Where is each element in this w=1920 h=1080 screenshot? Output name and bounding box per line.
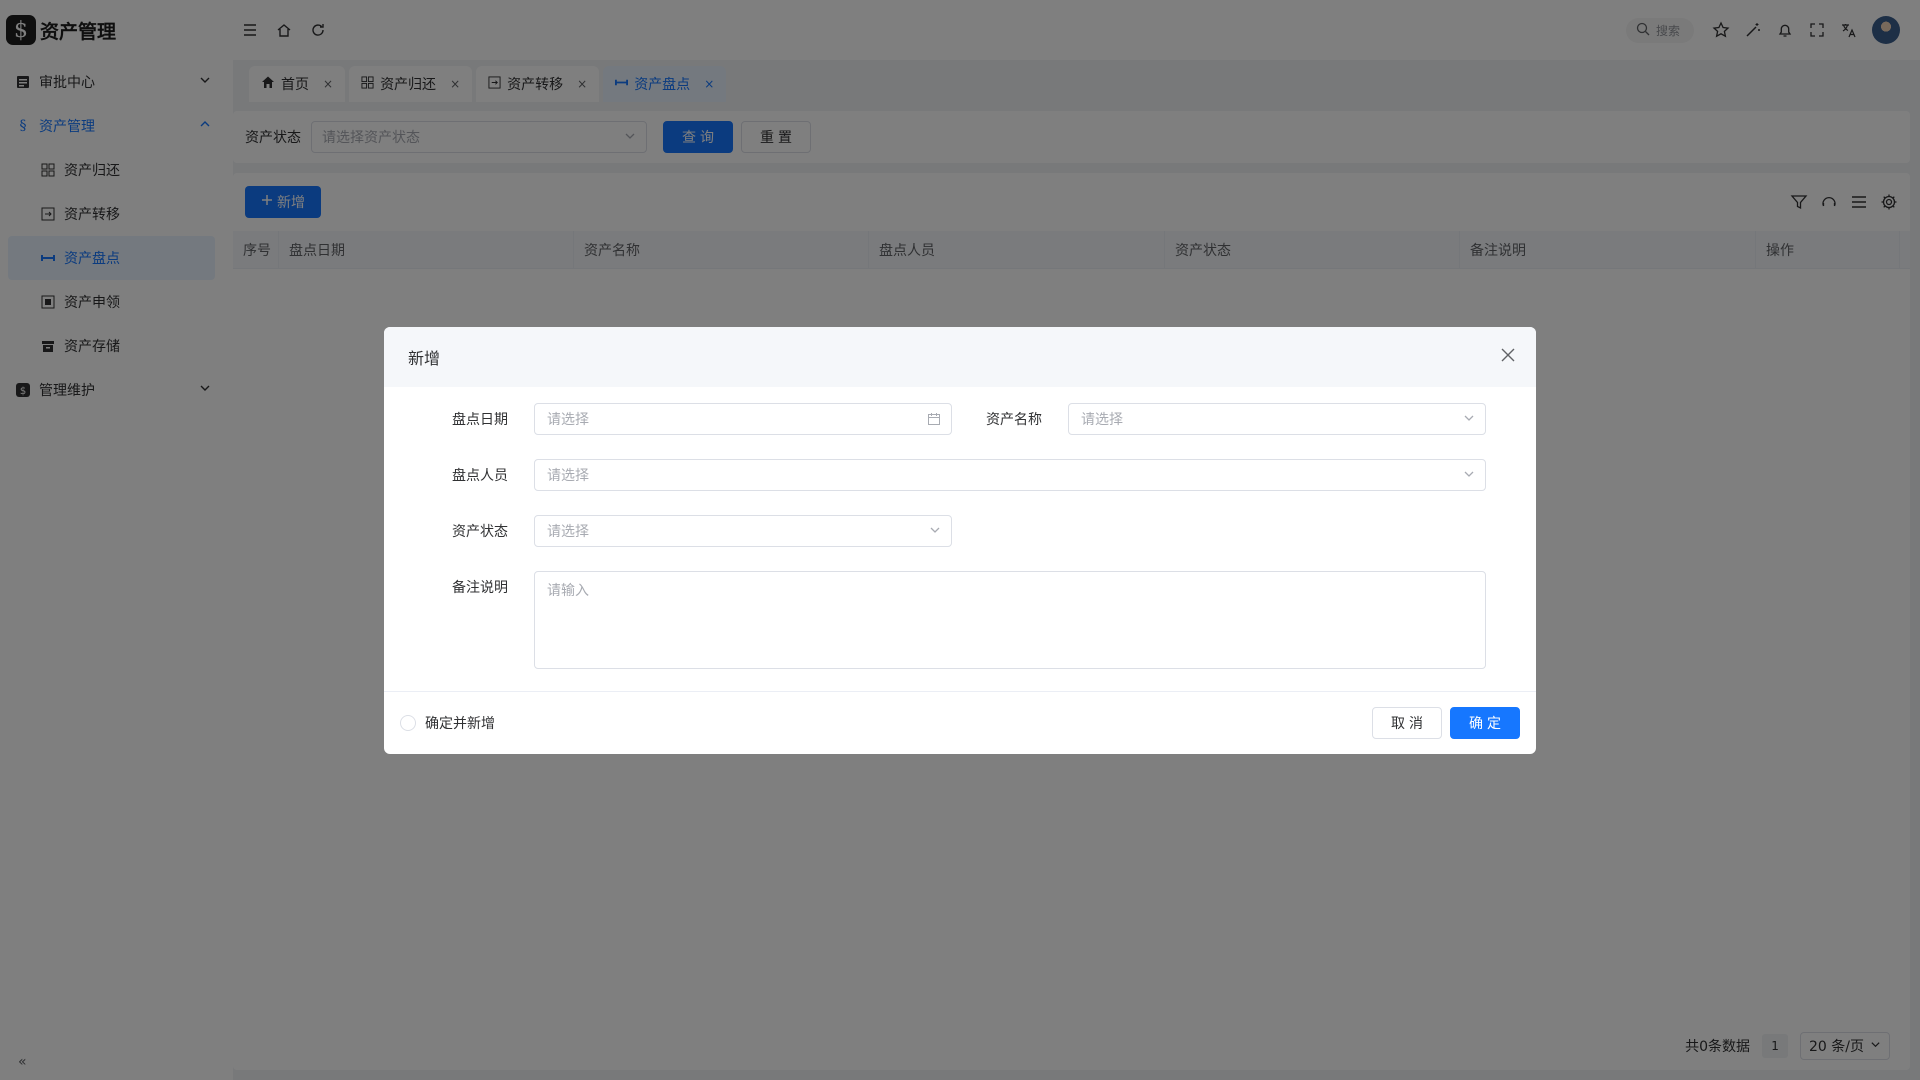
asset-status-label: 资产状态 [452,524,508,540]
remark-label: 备注说明 [452,580,508,596]
checkbox-circle [400,715,416,731]
asset-status-placeholder: 请选择 [547,524,589,540]
checker-select[interactable]: 请选择 [534,459,1486,491]
asset-status-select[interactable]: 请选择 [534,515,952,547]
confirm-and-add-checkbox[interactable]: 确定并新增 [400,713,495,733]
checker-label: 盘点人员 [452,468,508,484]
check-date-picker[interactable]: 请选择 [534,403,952,435]
asset-name-label: 资产名称 [986,412,1042,428]
calendar-icon [927,412,941,430]
chevron-down-icon [1463,468,1475,484]
chevron-down-icon [1463,412,1475,428]
close-icon[interactable] [1500,347,1518,365]
asset-name-placeholder: 请选择 [1081,412,1123,428]
remark-textarea[interactable]: 请输入 [534,571,1486,669]
confirm-button[interactable]: 确定 [1450,707,1520,739]
confirm-and-add-label: 确定并新增 [425,716,495,732]
remark-placeholder: 请输入 [547,583,589,599]
checker-placeholder: 请选择 [547,468,589,484]
cancel-button[interactable]: 取消 [1372,707,1442,739]
chevron-down-icon [929,524,941,540]
check-date-placeholder: 请选择 [547,412,589,428]
dialog-title: 新增 [408,349,441,368]
add-dialog: 新增 盘点日期 请选择 资产名称 请选择 盘点人员 请选择 资产状态 请选择 备… [384,327,1536,754]
asset-name-select[interactable]: 请选择 [1068,403,1486,435]
check-date-label: 盘点日期 [452,412,508,428]
